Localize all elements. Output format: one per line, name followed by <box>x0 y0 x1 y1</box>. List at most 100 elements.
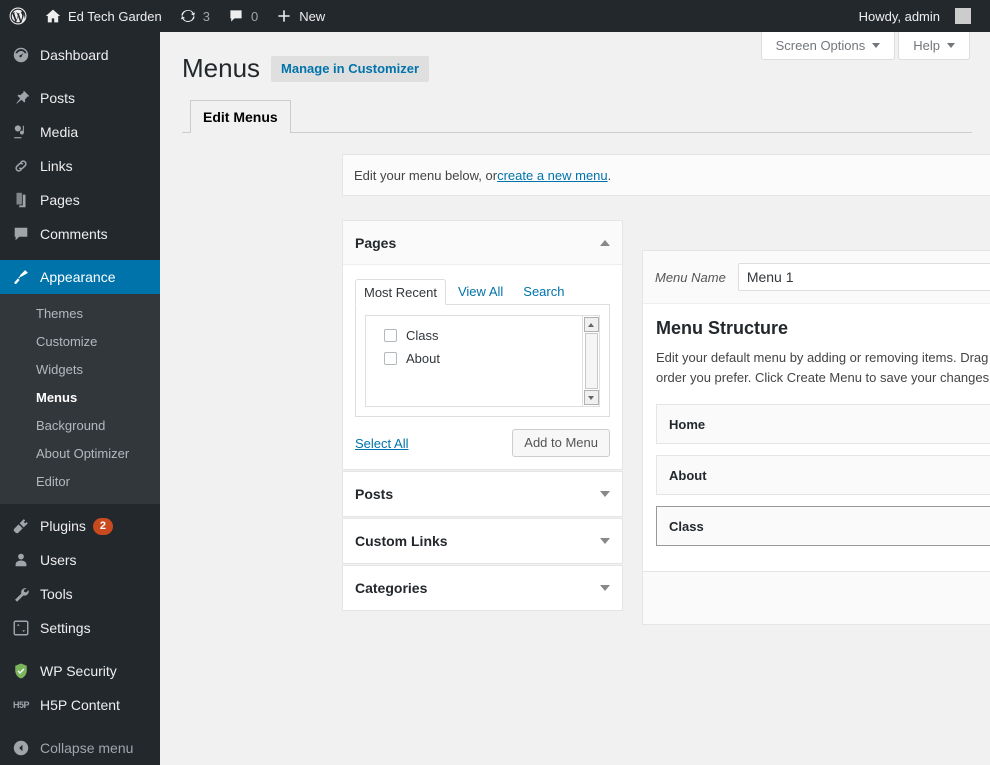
menu-item-row[interactable]: Class Page <box>656 506 990 546</box>
pages-checkbox-list: Class About <box>365 315 600 407</box>
pin-icon <box>11 88 31 108</box>
categories-postbox-header[interactable]: Categories <box>343 566 622 610</box>
tab-edit-menus[interactable]: Edit Menus <box>190 100 291 133</box>
h5p-icon: H5P <box>12 700 30 710</box>
posts-postbox: Posts <box>342 471 623 517</box>
menu-item-row[interactable]: Home Custom Link <box>656 404 990 444</box>
sidebar-item-comments[interactable]: Comments <box>0 217 160 251</box>
page-header: Menus Manage in Customizer <box>182 52 430 85</box>
chevron-down-icon <box>872 43 881 48</box>
manage-in-customizer-button[interactable]: Manage in Customizer <box>271 55 430 82</box>
tab-search[interactable]: Search <box>515 279 572 304</box>
scrollbar-thumb[interactable] <box>584 333 598 389</box>
updates-button[interactable]: 3 <box>171 0 219 32</box>
sidebar-item-settings[interactable]: Settings <box>0 611 160 645</box>
page-title: Menus <box>182 53 261 83</box>
pages-tab-panel: Class About <box>355 305 610 417</box>
sidebar-item-wp-security[interactable]: WP Security <box>0 654 160 688</box>
site-name-button[interactable]: Ed Tech Garden <box>36 0 171 32</box>
help-button[interactable]: Help <box>898 32 970 60</box>
caret-down-icon <box>588 395 594 400</box>
sidebar-divider <box>0 645 160 654</box>
wordpress-logo-icon <box>9 7 27 25</box>
add-to-menu-button[interactable]: Add to Menu <box>512 429 610 457</box>
sidebar-item-label: H5P Content <box>40 697 120 713</box>
pages-panel-actions: Select All Add to Menu <box>355 429 610 457</box>
wp-logo-button[interactable] <box>0 0 36 32</box>
submenu-item-editor[interactable]: Editor <box>0 468 160 496</box>
list-item[interactable]: About <box>384 347 599 370</box>
sidebar-item-posts[interactable]: Posts <box>0 81 160 115</box>
custom-links-postbox: Custom Links <box>342 518 623 564</box>
custom-links-postbox-header[interactable]: Custom Links <box>343 519 622 563</box>
submenu-item-customize[interactable]: Customize <box>0 328 160 356</box>
site-name-label: Ed Tech Garden <box>68 8 162 24</box>
submenu-item-widgets[interactable]: Widgets <box>0 356 160 384</box>
chevron-down-icon[interactable] <box>600 585 610 591</box>
nav-tab-wrapper: Edit Menus <box>182 97 972 133</box>
select-all-link[interactable]: Select All <box>355 436 408 451</box>
submenu-item-themes[interactable]: Themes <box>0 300 160 328</box>
sidebar-item-users[interactable]: Users <box>0 543 160 577</box>
sidebar-item-label: Links <box>40 158 73 174</box>
sidebar-item-label: Media <box>40 124 79 140</box>
menu-item-title: About <box>669 467 707 483</box>
collapse-menu-button[interactable]: Collapse menu <box>0 731 160 765</box>
pages-tab-list: Most Recent View All Search <box>355 279 610 305</box>
chevron-down-icon[interactable] <box>600 491 610 497</box>
wrench-icon <box>11 584 31 604</box>
home-icon <box>45 8 61 24</box>
appearance-submenu: Themes Customize Widgets Menus Backgroun… <box>0 294 160 504</box>
pages-postbox-header[interactable]: Pages <box>343 221 622 265</box>
comments-button[interactable]: 0 <box>219 0 267 32</box>
sidebar-item-pages[interactable]: Pages <box>0 183 160 217</box>
tab-view-all[interactable]: View All <box>450 279 511 304</box>
media-icon <box>11 122 31 142</box>
create-new-menu-link[interactable]: create a new menu <box>497 168 608 183</box>
add-menu-items-column: Pages Most Recent View All Search Class <box>342 220 623 612</box>
submenu-item-menus[interactable]: Menus <box>0 384 160 412</box>
page-checkbox[interactable] <box>384 352 397 365</box>
sidebar-item-tools[interactable]: Tools <box>0 577 160 611</box>
sidebar-item-label: WP Security <box>40 663 117 679</box>
menu-management-box: Menu Name Create Menu Menu Structure Edi… <box>642 250 990 572</box>
screen-options-button[interactable]: Screen Options <box>760 32 896 60</box>
scroll-up-button[interactable] <box>583 317 599 332</box>
chevron-up-icon[interactable] <box>600 239 610 246</box>
my-account-button[interactable]: Howdy, admin <box>850 0 980 32</box>
chevron-down-icon <box>947 43 955 48</box>
menu-item-row[interactable]: About Page <box>656 455 990 495</box>
sidebar-item-media[interactable]: Media <box>0 115 160 149</box>
pages-list-scrollbar[interactable] <box>582 316 599 406</box>
sidebar-item-label: Users <box>40 552 77 568</box>
chevron-down-icon[interactable] <box>600 538 610 544</box>
sidebar-divider <box>0 72 160 81</box>
posts-postbox-header[interactable]: Posts <box>343 472 622 516</box>
plug-icon <box>11 516 31 536</box>
plus-icon <box>276 8 292 24</box>
sidebar-item-plugins[interactable]: Plugins 2 <box>0 509 160 543</box>
tab-most-recent[interactable]: Most Recent <box>355 279 446 305</box>
submenu-item-about-optimizer[interactable]: About Optimizer <box>0 440 160 468</box>
submenu-item-background[interactable]: Background <box>0 412 160 440</box>
menu-name-input[interactable] <box>737 263 990 291</box>
list-item[interactable]: Class <box>384 324 599 347</box>
collapse-arrow-icon <box>11 738 31 758</box>
custom-links-postbox-title: Custom Links <box>355 533 448 549</box>
sidebar-item-links[interactable]: Links <box>0 149 160 183</box>
sidebar-item-h5p-content[interactable]: H5P H5P Content <box>0 688 160 722</box>
menu-structure-description: Edit your default menu by adding or remo… <box>656 350 990 385</box>
scroll-down-button[interactable] <box>583 390 599 405</box>
screen-options-label: Screen Options <box>775 38 866 53</box>
sidebar-item-appearance[interactable]: Appearance <box>0 260 168 294</box>
sidebar-item-label: Settings <box>40 620 91 636</box>
collapse-menu-label: Collapse menu <box>40 740 134 756</box>
sidebar-item-label: Posts <box>40 90 76 106</box>
sidebar-item-dashboard[interactable]: Dashboard <box>0 38 160 72</box>
page-checkbox[interactable] <box>384 329 397 342</box>
pages-postbox: Pages Most Recent View All Search Class <box>342 220 623 470</box>
updates-icon <box>180 8 196 24</box>
new-content-button[interactable]: New <box>267 0 334 32</box>
menu-save-footer: Create Menu <box>642 572 990 625</box>
shield-icon <box>11 661 31 681</box>
